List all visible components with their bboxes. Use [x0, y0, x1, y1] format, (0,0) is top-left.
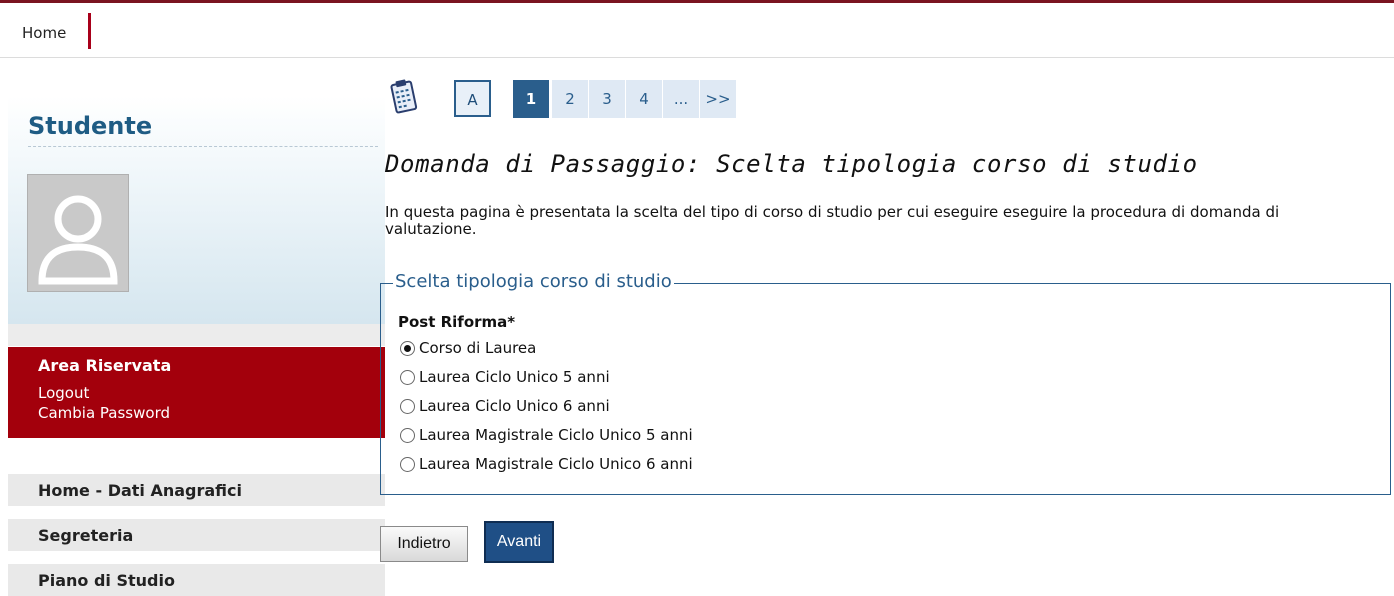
user-avatar-icon [27, 174, 129, 292]
back-button[interactable]: Indietro [380, 526, 468, 562]
next-button[interactable]: Avanti [484, 521, 554, 563]
sidebar-spacer [8, 324, 385, 346]
sidebar-item-label: Segreteria [38, 526, 134, 545]
radio-button[interactable] [400, 398, 415, 414]
option-laurea-ciclo-unico-6[interactable]: Laurea Ciclo Unico 6 anni [400, 395, 610, 417]
option-label: Laurea Ciclo Unico 5 anni [419, 368, 610, 386]
option-label: Laurea Magistrale Ciclo Unico 6 anni [419, 455, 693, 473]
divider [28, 146, 378, 147]
option-magistrale-ciclo-unico-6[interactable]: Laurea Magistrale Ciclo Unico 6 anni [400, 453, 693, 475]
sidebar-item-home-dati-anagrafici[interactable]: Home - Dati Anagrafici [8, 474, 385, 506]
logout-link[interactable]: Logout [38, 384, 89, 402]
option-magistrale-ciclo-unico-5[interactable]: Laurea Magistrale Ciclo Unico 5 anni [400, 424, 693, 446]
sidebar-item-piano-di-studio[interactable]: Piano di Studio [8, 564, 385, 596]
radio-button[interactable] [400, 427, 415, 443]
sidebar-item-label: Piano di Studio [38, 571, 175, 590]
radio-button[interactable] [400, 456, 415, 472]
top-nav: Home [0, 3, 1394, 58]
step-4[interactable]: 4 [626, 80, 662, 118]
step-next[interactable]: >> [700, 80, 736, 118]
post-riforma-label: Post Riforma* [398, 313, 516, 331]
step-3[interactable]: 3 [589, 80, 625, 118]
clipboard-icon [386, 78, 422, 118]
step-2[interactable]: 2 [552, 80, 588, 118]
area-riservata-box: Area Riservata Logout Cambia Password [8, 347, 385, 438]
step-a[interactable]: A [454, 80, 491, 117]
sidebar-item-label: Home - Dati Anagrafici [38, 481, 243, 500]
step-more[interactable]: ... [663, 80, 699, 118]
radio-button[interactable] [400, 340, 415, 356]
student-title: Studente [28, 112, 153, 140]
page-title: Domanda di Passaggio: Scelta tipologia c… [385, 150, 1198, 178]
option-laurea-ciclo-unico-5[interactable]: Laurea Ciclo Unico 5 anni [400, 366, 610, 388]
sidebar-item-segreteria[interactable]: Segreteria [8, 519, 385, 551]
page-intro: In questa pagina è presentata la scelta … [385, 203, 1280, 238]
option-label: Laurea Ciclo Unico 6 anni [419, 397, 610, 415]
student-panel: Studente [8, 96, 385, 324]
option-corso-di-laurea[interactable]: Corso di Laurea [400, 337, 536, 359]
sidebar: Studente Area Riservata Logout Cambia Pa… [8, 96, 385, 596]
option-label: Laurea Magistrale Ciclo Unico 5 anni [419, 426, 693, 444]
option-label: Corso di Laurea [419, 339, 537, 357]
change-password-link[interactable]: Cambia Password [38, 404, 170, 422]
fieldset-legend: Scelta tipologia corso di studio [393, 271, 674, 292]
radio-button[interactable] [400, 369, 415, 385]
home-link[interactable]: Home [22, 24, 66, 42]
area-riservata-title: Area Riservata [38, 356, 172, 375]
step-1[interactable]: 1 [513, 80, 549, 118]
nav-divider [88, 13, 91, 49]
